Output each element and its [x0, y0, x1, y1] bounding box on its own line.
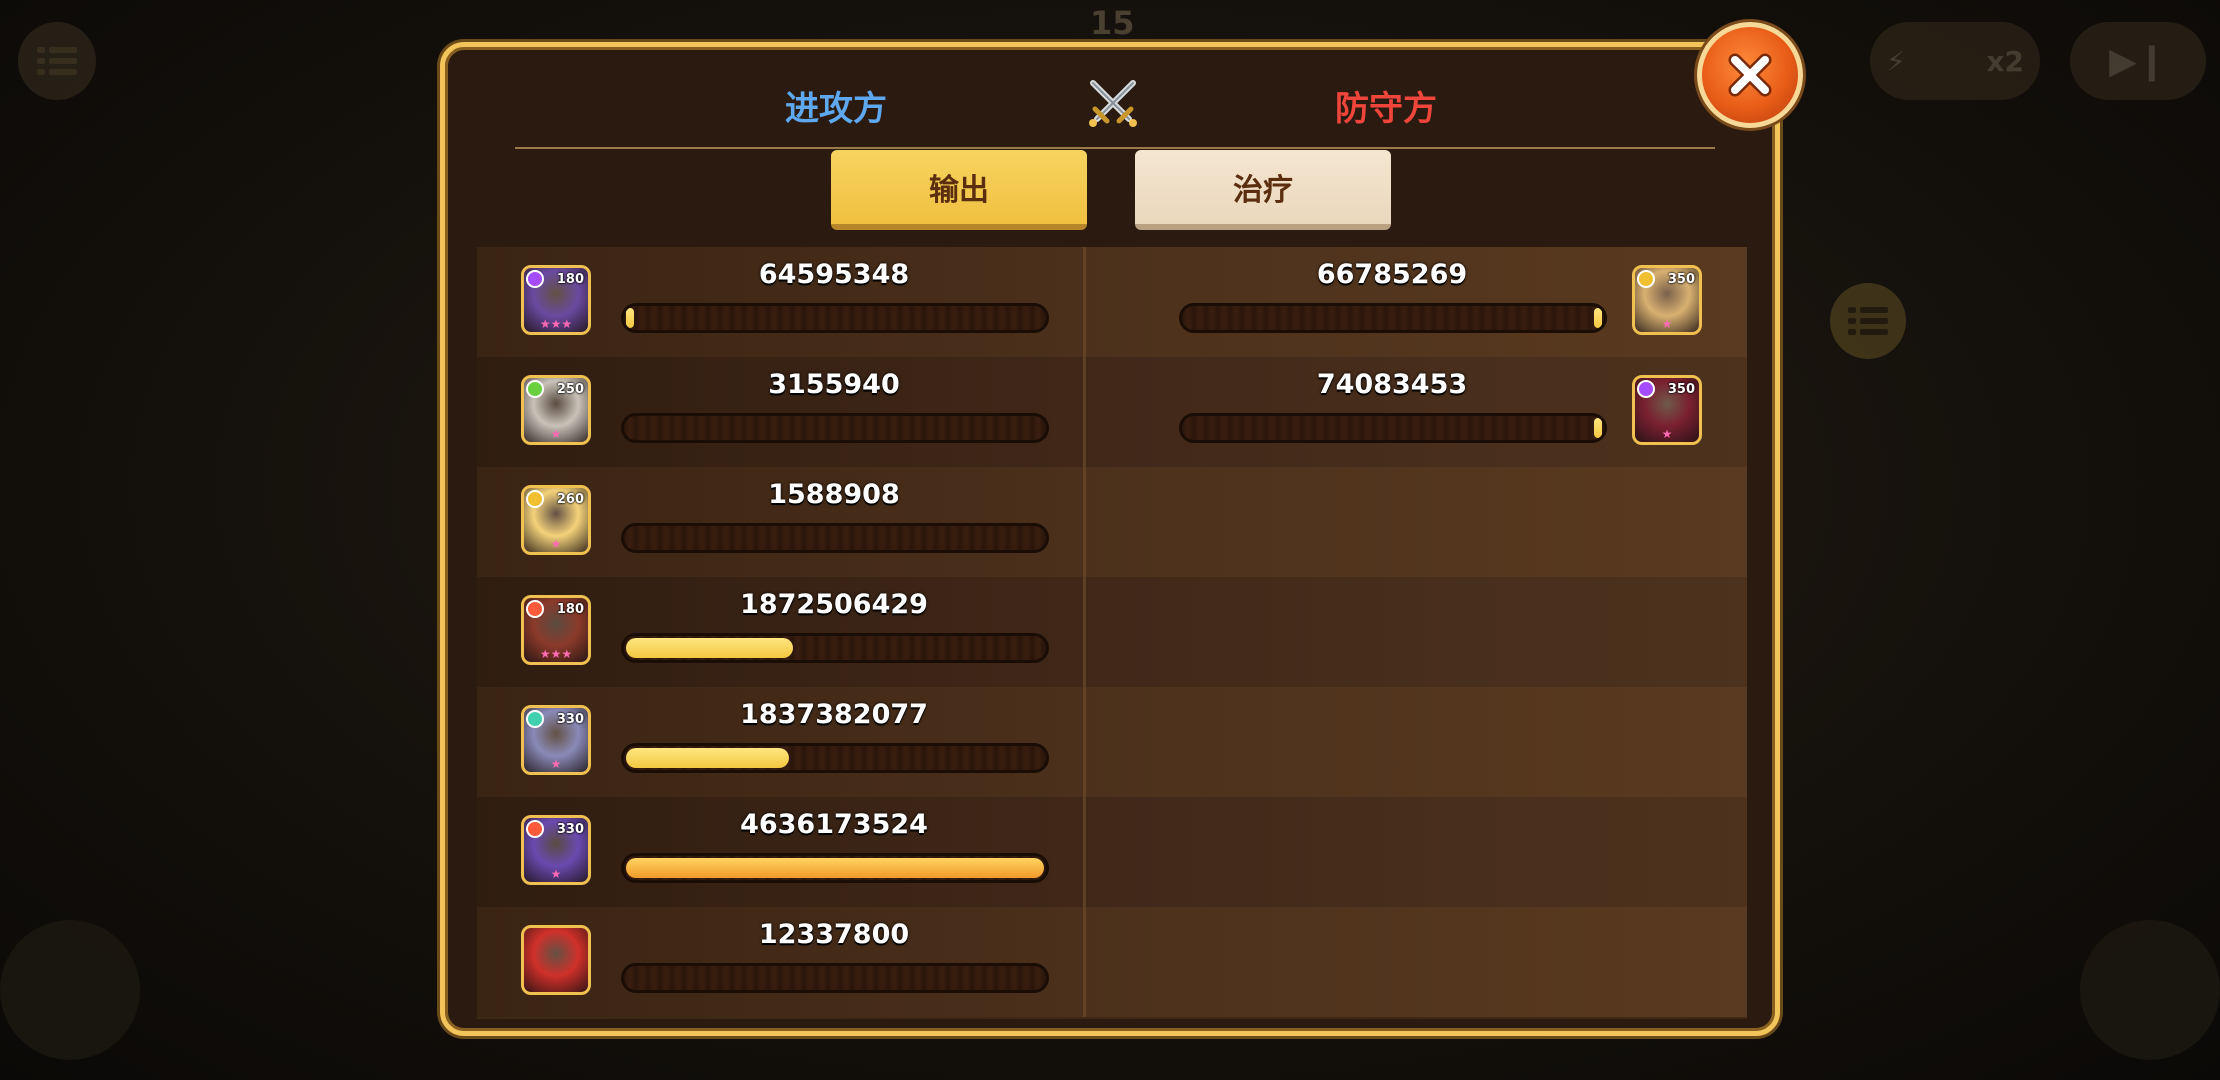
turn-counter: 15 [1090, 4, 1135, 42]
skill-wheel-left [0, 920, 140, 1060]
attacker-hero-avatar: 330 ★ [521, 815, 591, 885]
hero-stars: ★ [1661, 427, 1673, 441]
attacker-damage-value: 1837382077 [740, 699, 928, 730]
attacker-damage-bar [621, 743, 1049, 773]
panel-header: 进攻方 防守方 [515, 67, 1715, 149]
bar-fill [626, 748, 790, 768]
element-icon [526, 820, 544, 838]
hero-stars: ★ [550, 537, 562, 551]
defender-damage-value: 66785269 [1316, 259, 1468, 290]
close-icon [1728, 53, 1772, 97]
attacker-damage-value: 3155940 [768, 369, 900, 400]
list-icon [37, 47, 77, 75]
bar-fill [626, 638, 794, 658]
hero-level: 330 [556, 712, 584, 727]
skip-button[interactable]: ▶❙ [2070, 22, 2206, 100]
defender-damage-bar [1179, 303, 1607, 333]
defender-hero-avatar: 350 ★ [1632, 265, 1702, 335]
stats-rows: 180 ★★★ 64595348 250 ★ 3155940 260 ★ 1588908 180 ★… [477, 247, 1747, 1019]
attacker-hero-avatar [521, 925, 591, 995]
element-icon [1637, 270, 1655, 288]
attacker-damage-bar [621, 413, 1049, 443]
attacker-hero-avatar: 180 ★★★ [521, 595, 591, 665]
speed-toggle[interactable]: ⚡ x2 [1870, 22, 2040, 100]
hero-level: 350 [1667, 382, 1695, 397]
element-icon [526, 600, 544, 618]
speed-label: x2 [1986, 44, 2024, 78]
close-button[interactable] [1697, 22, 1803, 128]
attacker-label: 进攻方 [785, 89, 887, 129]
attacker-hero-avatar: 330 ★ [521, 705, 591, 775]
hero-level: 250 [556, 382, 584, 397]
skip-icon: ▶❙ [2109, 40, 2167, 82]
attacker-damage-bar [621, 963, 1049, 993]
battle-menu-button[interactable] [1830, 283, 1906, 359]
element-icon [526, 490, 544, 508]
hero-stars: ★ [1661, 317, 1673, 331]
tab-heal-label: 治疗 [1233, 173, 1293, 208]
element-icon [526, 380, 544, 398]
defender-label: 防守方 [1335, 89, 1437, 129]
hero-stars: ★★★ [539, 317, 573, 331]
battle-stats-panel: 进攻方 防守方 输出 治疗 180 ★★★ 64595348 250 ★ 3155940 2… [440, 42, 1780, 1036]
hero-stars: ★ [550, 867, 562, 881]
attacker-damage-value: 1872506429 [740, 589, 928, 620]
defender-damage-bar [1179, 413, 1607, 443]
attacker-damage-bar [621, 523, 1049, 553]
bar-fill [1593, 308, 1602, 328]
defender-hero-avatar: 350 ★ [1632, 375, 1702, 445]
hero-level: 330 [556, 822, 584, 837]
tab-output-label: 输出 [929, 173, 989, 208]
skill-wheel-right [2080, 920, 2220, 1060]
defender-damage-value: 74083453 [1316, 369, 1468, 400]
list-icon [1848, 307, 1888, 335]
bar-fill [626, 858, 1044, 878]
attacker-damage-value: 64595348 [758, 259, 910, 290]
column-divider [1083, 247, 1086, 1017]
hero-stars: ★★★ [539, 647, 573, 661]
attacker-damage-value: 4636173524 [740, 809, 928, 840]
bar-fill [626, 308, 634, 328]
crossed-swords-icon [1089, 80, 1137, 127]
attacker-damage-value: 1588908 [768, 479, 900, 510]
hero-level: 350 [1667, 272, 1695, 287]
attacker-damage-bar [621, 303, 1049, 333]
hero-stars: ★ [550, 427, 562, 441]
attacker-damage-bar [621, 853, 1049, 883]
tab-heal[interactable]: 治疗 [1135, 150, 1391, 230]
attacker-damage-bar [621, 633, 1049, 663]
menu-button[interactable] [18, 22, 96, 100]
bar-fill [1593, 418, 1602, 438]
hero-level: 180 [556, 602, 584, 617]
lightning-icon: ⚡ [1886, 44, 1906, 78]
element-icon [1637, 380, 1655, 398]
attacker-damage-value: 12337800 [758, 919, 910, 950]
hero-level: 260 [556, 492, 584, 507]
tab-output[interactable]: 输出 [831, 150, 1087, 230]
attacker-hero-avatar: 260 ★ [521, 485, 591, 555]
hero-stars: ★ [550, 757, 562, 771]
hero-level: 180 [556, 272, 584, 287]
element-icon [526, 270, 544, 288]
attacker-hero-avatar: 250 ★ [521, 375, 591, 445]
element-icon [526, 710, 544, 728]
attacker-hero-avatar: 180 ★★★ [521, 265, 591, 335]
